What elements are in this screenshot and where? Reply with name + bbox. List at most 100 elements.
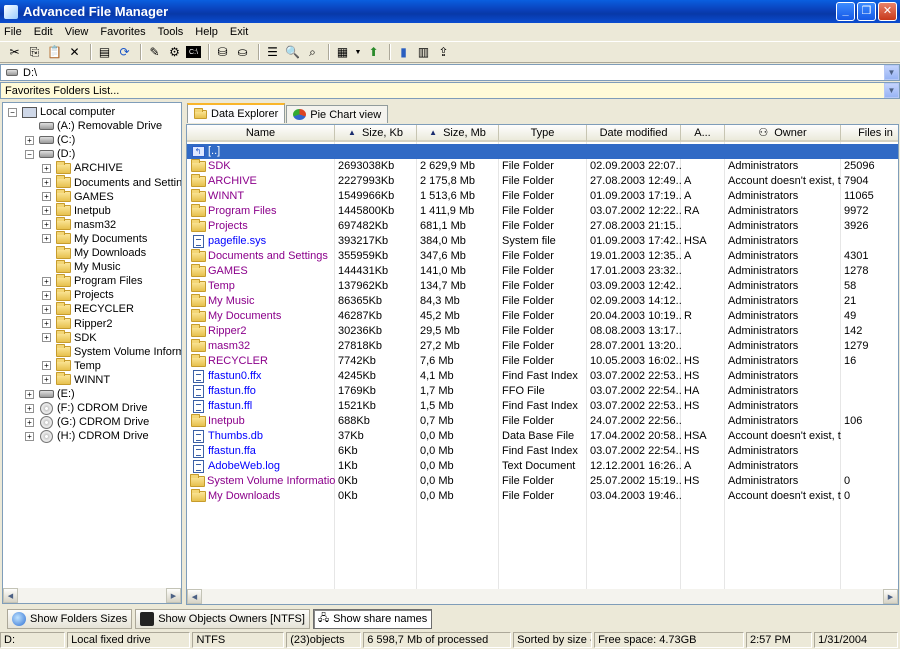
close-button[interactable]: ✕ [878,2,897,21]
tree-horizontal-scrollbar[interactable]: ◀ ▶ [3,588,181,603]
list-view-icon[interactable]: ☰ [264,44,281,61]
tree-item[interactable]: + (E:) [25,387,75,401]
tree-item[interactable]: − Local computer [8,105,115,119]
export-icon[interactable]: ⇪ [435,44,452,61]
expand-icon[interactable]: + [42,319,51,328]
refresh-icon[interactable]: ⟳ [116,44,133,61]
expand-icon[interactable]: + [25,389,34,399]
table-row[interactable]: WINNT 1549966Kb 1 513,6 Mb File Folder 01.09… [187,189,898,204]
delete-icon[interactable]: ✕ [66,44,83,61]
tree-item[interactable]: + WINNT [42,372,110,387]
tab-pie-chart-view[interactable]: Pie Chart view [286,105,389,123]
settings-icon[interactable]: ⚙ [166,44,183,61]
tree-item[interactable]: My Downloads [42,245,146,260]
edit-icon[interactable]: ✎ [146,44,163,61]
up-folder-icon[interactable]: ⬆ [365,44,382,61]
column-header[interactable]: A... [681,125,725,142]
table-row[interactable]: Program Files 1445800Kb 1 411,9 Mb File Fol… [187,204,898,219]
find-icon[interactable]: ⌕ [304,44,321,61]
tree-item[interactable]: + (F:) CDROM Drive [25,401,147,415]
expand-icon[interactable]: + [42,220,51,230]
table-row[interactable]: pagefile.sys 393217Kb 384,0 Mb System file 0… [187,234,898,249]
folder-tree[interactable]: − Local computer (A:) Removable Drive + (C:)… [2,102,182,604]
paste-icon[interactable]: 📋 [46,44,63,61]
tree-item[interactable]: System Volume Information [42,344,181,359]
menu-edit[interactable]: Edit [28,26,59,38]
list-horizontal-scrollbar[interactable]: ◀ ▶ [187,589,898,604]
tree-item[interactable]: + RECYCLER [42,301,134,316]
expand-icon[interactable]: + [42,178,51,187]
tree-item[interactable]: + (H:) CDROM Drive [25,429,149,443]
scroll-right-icon[interactable]: ▶ [883,589,898,604]
tree-item[interactable]: (A:) Removable Drive [25,119,162,133]
bookmark-icon[interactable]: ▮ [395,44,412,61]
tree-item[interactable]: + Ripper2 [42,316,113,331]
menu-view[interactable]: View [59,26,95,38]
chevron-down-icon[interactable]: ▼ [884,83,899,98]
expand-icon[interactable]: + [42,192,51,202]
expand-icon[interactable]: + [42,375,51,385]
tree-item[interactable]: + Documents and Settings [42,175,181,190]
expand-icon[interactable]: + [25,417,34,427]
scroll-left-icon[interactable]: ◀ [187,589,202,604]
tree-item[interactable]: + (C:) [25,133,75,147]
disconnect-drive-icon[interactable]: ⛀ [234,44,251,61]
path-combo[interactable]: D:\ ▼ [0,64,900,81]
copy-icon[interactable]: ⎘ [26,44,43,61]
table-row[interactable]: Projects 697482Kb 681,1 Mb File Folder 27.08… [187,219,898,234]
show-share-names-button[interactable]: 🖧 Show share names [312,609,433,629]
search-icon[interactable]: 🔍 [284,44,301,61]
tree-item[interactable]: + Inetpub [42,203,111,218]
expand-icon[interactable]: + [42,234,51,244]
expand-icon[interactable]: + [25,135,34,145]
notes-icon[interactable]: ▥ [415,44,432,61]
tree-item[interactable]: + Program Files [42,273,142,288]
title-bar[interactable]: Advanced File Manager _ ❐ ✕ [0,0,900,23]
menu-help[interactable]: Help [189,26,224,38]
table-row[interactable]: masm32 27818Kb 27,2 Mb File Folder 28.07.200… [187,339,898,354]
table-row[interactable]: Ripper2 30236Kb 29,5 Mb File Folder 08.08.20… [187,324,898,339]
collapse-icon[interactable]: − [25,149,34,159]
tree-item[interactable]: + GAMES [42,189,114,204]
menu-tools[interactable]: Tools [152,26,190,38]
tree-item[interactable]: + SDK [42,330,97,345]
tree-item[interactable]: + (G:) CDROM Drive [25,415,149,429]
properties-icon[interactable]: ▤ [96,44,113,61]
tab-data-explorer[interactable]: Data Explorer [187,103,286,123]
column-header[interactable]: ⚇ Owner [725,125,841,142]
menu-exit[interactable]: Exit [224,26,254,38]
table-row[interactable]: AdobeWeb.log 1Kb 0,0 Mb Text Document 12.12.… [187,459,898,474]
expand-icon[interactable]: + [42,290,51,300]
column-header[interactable]: Files in [841,125,898,142]
cut-icon[interactable]: ✂ [6,44,23,61]
show-objects-owners-button[interactable]: Show Objects Owners [NTFS] [135,609,310,629]
collapse-icon[interactable]: − [8,107,17,117]
view-dropdown-icon[interactable]: ▼ [354,44,362,61]
table-row[interactable]: Thumbs.db 37Kb 0,0 Mb Data Base File 17.04.2… [187,429,898,444]
file-list[interactable]: Name ▲ Size, Kb ▲ Size, Mb Type Date modified A… [186,124,899,605]
table-row[interactable]: ffastun.ffl 1521Kb 1,5 Mb Find Fast Index 03… [187,399,898,414]
column-header[interactable]: Name [187,125,335,142]
tree-item[interactable]: + Projects [42,287,114,302]
tree-item[interactable]: My Music [42,259,120,274]
scroll-left-icon[interactable]: ◀ [3,588,18,603]
table-row[interactable]: System Volume Information 0Kb 0,0 Mb File F… [187,474,898,489]
connect-drive-icon[interactable]: ⛁ [214,44,231,61]
maximize-button[interactable]: ❐ [857,2,876,21]
show-folders-sizes-button[interactable]: Show Folders Sizes [7,609,133,629]
menu-favorites[interactable]: Favorites [94,26,151,38]
column-header[interactable]: Type [499,125,587,142]
view-mode-icon[interactable]: ▦ [334,44,351,61]
chevron-down-icon[interactable]: ▼ [884,65,899,80]
minimize-button[interactable]: _ [836,2,855,21]
table-row[interactable]: Documents and Settings 355959Kb 347,6 Mb Fi… [187,249,898,264]
expand-icon[interactable]: + [42,333,51,343]
favorites-combo[interactable]: Favorites Folders List... ▼ [0,82,900,99]
table-row[interactable]: Inetpub 688Kb 0,7 Mb File Folder 24.07.2002 … [187,414,898,429]
expand-icon[interactable]: + [42,304,51,314]
table-row[interactable]: ↰ [..] [187,144,898,159]
table-row[interactable]: ffastun0.ffx 4245Kb 4,1 Mb Find Fast Index 0… [187,369,898,384]
table-row[interactable]: My Downloads 0Kb 0,0 Mb File Folder 03.04.20… [187,489,898,504]
table-row[interactable]: GAMES 144431Kb 141,0 Mb File Folder 17.01.20… [187,264,898,279]
expand-icon[interactable]: + [42,163,51,173]
